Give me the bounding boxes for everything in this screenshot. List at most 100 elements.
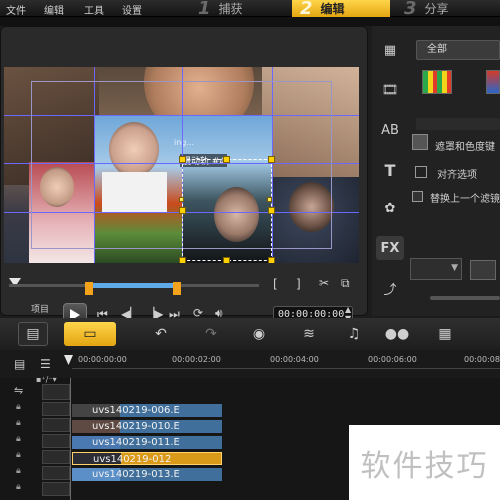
ruler-tick: 00:00:08: [464, 355, 500, 364]
toolbar-separator: [0, 17, 500, 26]
media-library-icon[interactable]: ▦: [376, 38, 404, 62]
category-dropdown[interactable]: 全部: [416, 40, 500, 60]
tab-label: 分享: [424, 2, 449, 16]
category-selected: 全部: [427, 44, 447, 55]
lock-icon[interactable]: 🔒︎: [16, 450, 21, 460]
project-mode-label[interactable]: 项目: [31, 302, 49, 315]
top-menu-bar: 文件 编辑 工具 设置 1 捕获 2 编辑 3 分享: [0, 0, 500, 19]
chevron-down-icon: ▼: [451, 263, 458, 273]
graphic-icon[interactable]: ✿: [376, 196, 404, 220]
chapter-menu-icon[interactable]: ☰: [40, 357, 51, 371]
track-clip[interactable]: uvs140219-010.E: [72, 420, 222, 433]
ruler-tick: 00:00:04:00: [270, 355, 319, 364]
overlay-track-icon: [42, 482, 70, 496]
track-clip-selected[interactable]: uvs140219-012: [72, 452, 222, 465]
corner-handle-left[interactable]: [179, 197, 184, 202]
overlay-track-header[interactable]: 🔒︎: [14, 466, 70, 480]
enlarge-icon[interactable]: ⧉: [341, 276, 350, 291]
resize-handle-tl[interactable]: [179, 156, 186, 163]
preview-panel: 慢动轨 #4 ing... [ ] ✂ ⧉ 项目 素材 ⏮: [0, 26, 368, 331]
tab-edit[interactable]: 2 编辑: [292, 0, 390, 19]
filter-thumbnail-1[interactable]: [422, 70, 452, 94]
selection-box[interactable]: [182, 159, 272, 261]
overlay-track-icon: [42, 418, 70, 432]
storyboard-view-icon[interactable]: ▤: [18, 322, 48, 346]
tab-capture[interactable]: 1 捕获: [190, 0, 286, 19]
ruler-tick: 00:00:00:00: [78, 355, 127, 364]
chroma-key-option[interactable]: 遮罩和色度键: [435, 138, 495, 153]
watermark-text: 软件技巧: [349, 425, 500, 500]
trim-range[interactable]: [89, 283, 179, 288]
library-zoom-slider[interactable]: [430, 296, 500, 300]
timeline-ruler[interactable]: ▤ ☰ 00:00:00:00 00:00:02:00 00:00:04:00 …: [0, 350, 500, 378]
overlay-track-header[interactable]: 🔒︎: [14, 418, 70, 432]
overlay-track-icon: [42, 466, 70, 480]
overlay-track-icon: [42, 434, 70, 448]
trim-start-handle[interactable]: [85, 282, 93, 295]
replace-filter-checkbox[interactable]: [412, 191, 423, 202]
resize-handle-b[interactable]: [223, 257, 230, 263]
resize-handle-r[interactable]: [268, 207, 275, 214]
filter-thumbnail-2[interactable]: [486, 70, 500, 94]
menu-edit[interactable]: 编辑: [44, 2, 64, 17]
mark-out-icon[interactable]: ]: [296, 277, 301, 291]
transition-icon[interactable]: AB: [376, 118, 404, 142]
lock-icon[interactable]: 🔒︎: [16, 466, 21, 476]
filter-fx-icon[interactable]: FX: [376, 236, 404, 260]
scrub-playhead-icon[interactable]: [9, 272, 25, 287]
lock-icon[interactable]: 🔒︎: [16, 482, 21, 492]
redo-icon[interactable]: ↷: [200, 322, 222, 346]
ripple-edit-icon[interactable]: ⇋: [14, 384, 23, 397]
menu-tools[interactable]: 工具: [84, 2, 104, 17]
tab-share[interactable]: 3 分享: [396, 0, 500, 19]
motion-tracking-icon[interactable]: ●●: [384, 322, 410, 346]
resize-handle-tr[interactable]: [268, 156, 275, 163]
undo-icon[interactable]: ↶: [150, 322, 172, 346]
scissors-icon[interactable]: ✂: [319, 276, 329, 290]
lock-icon[interactable]: 🔒︎: [16, 402, 21, 412]
overlay-track-header[interactable]: 🔒︎: [14, 402, 70, 416]
menu-file[interactable]: 文件: [6, 2, 26, 17]
sound-mixer-icon[interactable]: ≋: [296, 322, 322, 346]
track-manager-icon[interactable]: ▤: [14, 357, 25, 371]
ruler-baseline: [72, 368, 500, 369]
track-clip[interactable]: uvs140219-006.E: [72, 404, 222, 417]
resize-handle-l[interactable]: [179, 207, 186, 214]
instant-project-icon[interactable]: 🎞︎: [376, 78, 404, 102]
resize-handle-t[interactable]: [223, 156, 230, 163]
overlay-track-header[interactable]: 🔒︎: [14, 482, 70, 496]
track-toggle-icon[interactable]: ▪⁺∕⁻▾: [36, 375, 57, 384]
record-capture-icon[interactable]: ◉: [246, 322, 272, 346]
resize-handle-br[interactable]: [268, 257, 275, 263]
video-track-header[interactable]: ⇋: [14, 384, 70, 400]
title-icon[interactable]: T: [376, 158, 404, 182]
mask-icon[interactable]: [412, 134, 428, 150]
filter-preset-dropdown[interactable]: ▼: [410, 258, 462, 280]
timeline-playhead-icon[interactable]: [64, 350, 73, 365]
lock-icon[interactable]: 🔒︎: [16, 434, 21, 444]
replace-filter-label: 替换上一个滤镜: [430, 194, 500, 205]
menu-settings[interactable]: 设置: [122, 2, 142, 17]
tab-label: 编辑: [320, 2, 345, 16]
preview-canvas[interactable]: 慢动轨 #4 ing...: [4, 67, 359, 263]
mark-in-icon[interactable]: [: [273, 277, 278, 291]
lock-icon[interactable]: 🔒︎: [16, 418, 21, 428]
ruler-tick: 00:00:02:00: [172, 355, 221, 364]
overlay-track-header[interactable]: 🔒︎: [14, 434, 70, 448]
align-option[interactable]: 对齐选项: [437, 166, 477, 181]
resize-handle-bl[interactable]: [179, 257, 186, 263]
overlay-track-icon: [42, 450, 70, 464]
filter-settings-button[interactable]: [470, 260, 496, 280]
trim-end-handle[interactable]: [173, 282, 181, 295]
corner-handle-right[interactable]: [267, 197, 272, 202]
timeline-toolbar: ▤ ▭ ↶ ↷ ◉ ≋ ♫ ●● ▦: [0, 318, 500, 350]
track-clip[interactable]: uvs140219-011.E: [72, 436, 222, 449]
path-icon[interactable]: ⤴: [376, 276, 404, 300]
track-clip[interactable]: uvs140219-013.E: [72, 468, 222, 481]
tab-label: 捕获: [218, 2, 243, 16]
auto-music-icon[interactable]: ♫: [340, 322, 368, 346]
align-icon[interactable]: [415, 166, 427, 178]
overlay-track-header[interactable]: 🔒︎: [14, 450, 70, 464]
timeline-view-icon[interactable]: ▭: [64, 322, 116, 346]
subtitle-editor-icon[interactable]: ▦: [432, 322, 458, 346]
